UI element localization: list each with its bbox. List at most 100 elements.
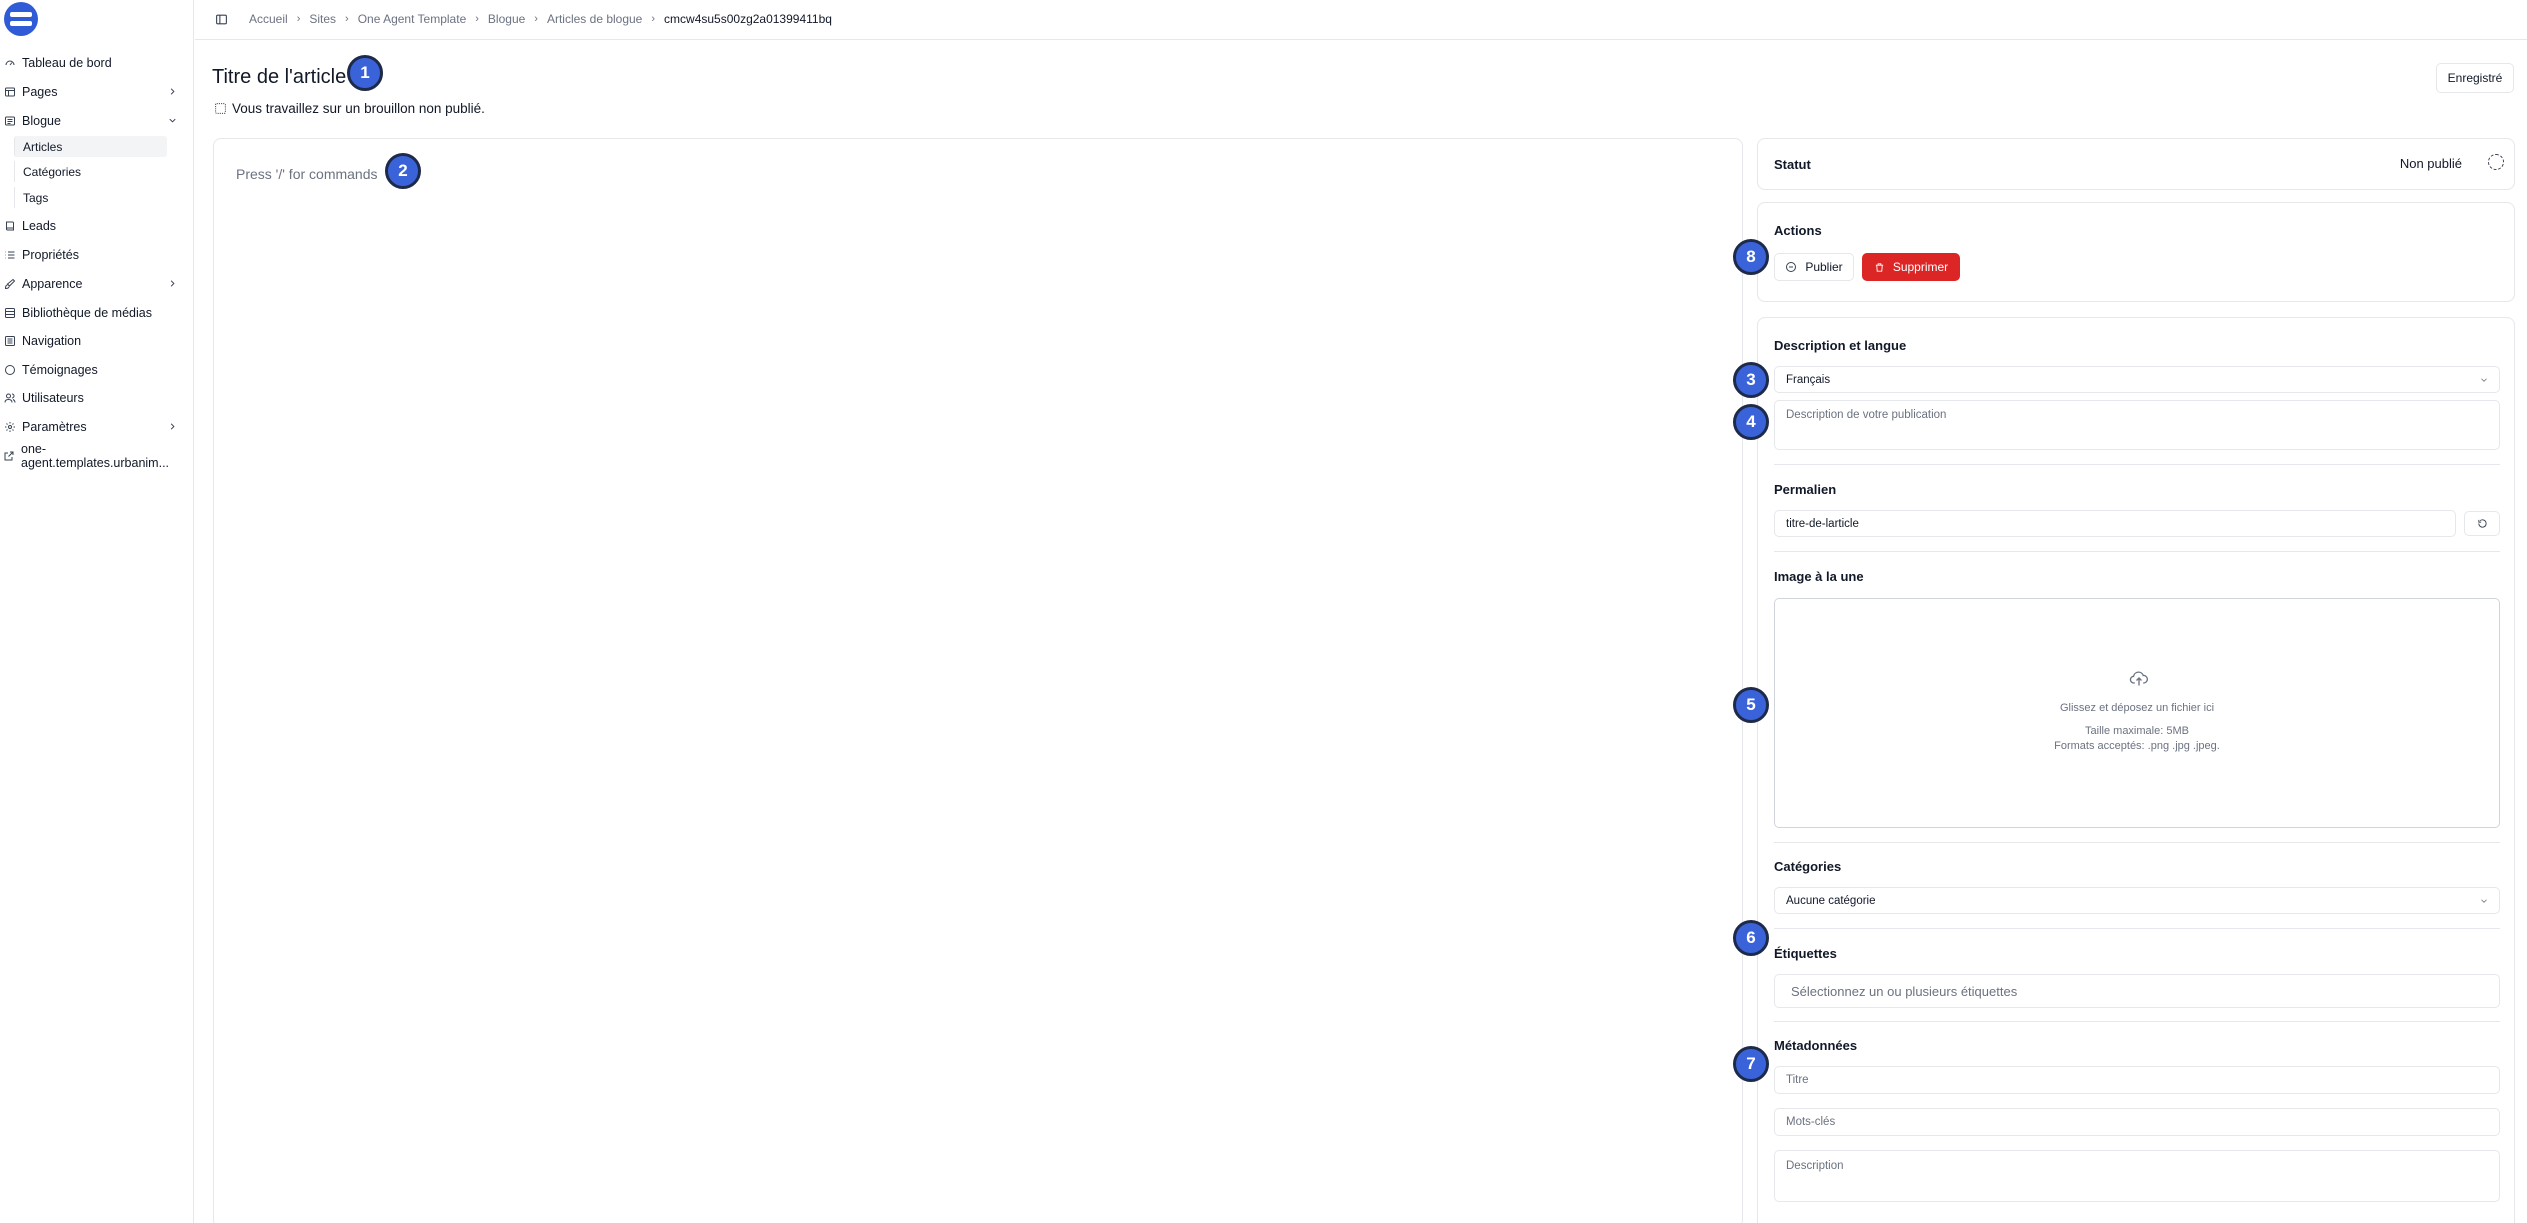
- sidebar-item-site-link[interactable]: one-agent.templates.urbanim...: [3, 442, 181, 470]
- sidebar-item-leads[interactable]: Leads: [3, 215, 181, 237]
- trash-icon: [1875, 262, 1883, 272]
- divider: [1774, 1021, 2500, 1022]
- reset-permalink-button[interactable]: [2464, 511, 2500, 536]
- chevron-right-icon: ›: [651, 13, 656, 25]
- breadcrumb-home[interactable]: Accueil: [249, 12, 288, 26]
- brand-logo[interactable]: [4, 2, 38, 36]
- chevron-right-icon: [167, 421, 179, 433]
- marker-1: 1: [347, 55, 383, 91]
- permalink-input[interactable]: titre-de-larticle: [1774, 510, 2456, 537]
- categories-select[interactable]: Aucune catégorie: [1774, 887, 2500, 914]
- sidebar-toggle-button[interactable]: [211, 9, 231, 29]
- sidebar-item-label: Blogue: [22, 114, 61, 128]
- description-language-title: Description et langue: [1774, 338, 1907, 353]
- testimonial-icon: [3, 364, 16, 377]
- brush-icon: [3, 278, 16, 291]
- navigation-icon: [3, 335, 16, 348]
- categories-title: Catégories: [1774, 859, 1842, 874]
- page-title[interactable]: Titre de l'article: [212, 66, 346, 89]
- media-icon: [3, 307, 16, 320]
- chevron-down-icon: [167, 115, 179, 127]
- sidebar-item-label: one-agent.templates.urbanim...: [21, 442, 170, 470]
- status-title: Statut: [1774, 157, 1811, 172]
- sidebar-item-pages[interactable]: Pages: [3, 81, 181, 103]
- marker-8: 8: [1733, 239, 1769, 275]
- categories-value: Aucune catégorie: [1786, 894, 1876, 907]
- sidebar-item-label: Apparence: [22, 277, 83, 291]
- meta-keywords-input[interactable]: Mots-clés: [1774, 1108, 2500, 1136]
- tags-title: Étiquettes: [1774, 946, 1837, 961]
- sidebar-item-testimonials[interactable]: Témoignages: [3, 359, 181, 381]
- chevron-right-icon: ›: [345, 13, 349, 25]
- marker-2: 2: [385, 153, 421, 189]
- description-textarea[interactable]: Description de votre publication: [1774, 400, 2500, 450]
- metadata-title: Métadonnées: [1774, 1038, 1858, 1053]
- sidebar-subitem-categories[interactable]: Catégories: [14, 161, 167, 182]
- sidebar-item-media-library[interactable]: Bibliothèque de médias: [3, 302, 181, 324]
- save-state-button[interactable]: Enregistré: [2436, 63, 2514, 93]
- sidebar: Tableau de bord Pages Blogue Articles Ca…: [0, 0, 194, 1223]
- content-editor[interactable]: Press '/' for commands: [213, 138, 1743, 1223]
- external-link-icon: [3, 450, 15, 463]
- meta-title-input[interactable]: Titre: [1774, 1066, 2500, 1094]
- chevron-right-icon: ›: [475, 13, 479, 25]
- chevron-right-icon: ›: [534, 13, 538, 25]
- divider: [1774, 842, 2500, 843]
- sidebar-item-properties[interactable]: Propriétés: [3, 244, 181, 266]
- sidebar-item-label: Propriétés: [22, 248, 79, 262]
- draft-icon: [214, 102, 227, 115]
- publish-button[interactable]: Publier: [1774, 253, 1854, 281]
- draft-note-text: Vous travaillez sur un brouillon non pub…: [232, 101, 485, 116]
- unpublished-icon: [2488, 154, 2504, 170]
- breadcrumb-current: cmcw4su5s00zg2a01399411bq: [664, 12, 832, 26]
- list-icon: [3, 249, 16, 262]
- sidebar-item-settings[interactable]: Paramètres: [3, 416, 181, 438]
- gauge-icon: [3, 57, 16, 70]
- meta-description-textarea[interactable]: Description: [1774, 1150, 2500, 1202]
- divider: [1774, 551, 2500, 552]
- image-dropzone[interactable]: Glissez et déposez un fichier ici Taille…: [1774, 598, 2500, 828]
- sidebar-item-appearance[interactable]: Apparence: [3, 273, 181, 295]
- marker-4: 4: [1733, 404, 1769, 440]
- chevron-right-icon: [167, 86, 179, 98]
- meta-title-placeholder: Titre: [1786, 1074, 1809, 1086]
- pages-icon: [3, 86, 16, 99]
- gear-icon: [3, 421, 16, 434]
- check-circle-icon: [1786, 262, 1797, 272]
- draft-note: Vous travaillez sur un brouillon non pub…: [214, 101, 485, 116]
- panel-left-icon: [215, 14, 227, 24]
- meta-description-placeholder: Description: [1786, 1160, 1844, 1172]
- marker-6: 6: [1733, 920, 1769, 956]
- cloud-upload-icon: [2129, 669, 2149, 687]
- users-icon: [3, 392, 16, 405]
- sidebar-item-blog[interactable]: Blogue: [3, 110, 181, 132]
- tags-input[interactable]: Sélectionnez un ou plusieurs étiquettes: [1774, 974, 2500, 1008]
- divider: [1774, 928, 2500, 929]
- sidebar-item-users[interactable]: Utilisateurs: [3, 387, 181, 409]
- sidebar-subitem-articles[interactable]: Articles: [14, 136, 167, 157]
- sidebar-item-label: Pages: [22, 85, 58, 99]
- breadcrumb-blog-articles[interactable]: Articles de blogue: [547, 12, 642, 26]
- delete-button[interactable]: Supprimer: [1862, 253, 1960, 281]
- dropzone-text: Glissez et déposez un fichier ici: [2059, 702, 2215, 714]
- top-header: Accueil › Sites › One Agent Template › B…: [195, 0, 2527, 40]
- status-badge: Non publié: [2399, 156, 2462, 171]
- sidebar-item-label: Leads: [22, 219, 57, 233]
- actions-card: Actions Publier Supprimer: [1757, 202, 2515, 302]
- breadcrumb-sites[interactable]: Sites: [309, 12, 336, 26]
- dropzone-formats: Formats acceptés: .png .jpg .jpeg.: [2054, 740, 2220, 752]
- sidebar-item-dashboard[interactable]: Tableau de bord: [3, 52, 181, 74]
- breadcrumb-site[interactable]: One Agent Template: [358, 12, 467, 26]
- sidebar-subitem-tags[interactable]: Tags: [14, 187, 167, 208]
- sidebar-item-navigation[interactable]: Navigation: [3, 330, 181, 352]
- delete-label: Supprimer: [1892, 260, 1949, 274]
- sidebar-item-label: Témoignages: [22, 363, 98, 377]
- breadcrumb-blog[interactable]: Blogue: [488, 12, 525, 26]
- sidebar-item-label: Paramètres: [22, 420, 87, 434]
- language-value: Français: [1786, 373, 1831, 386]
- status-card: Statut Non publié: [1757, 138, 2515, 190]
- language-select[interactable]: Français: [1774, 366, 2500, 393]
- marker-7: 7: [1733, 1046, 1769, 1082]
- featured-image-title: Image à la une: [1774, 569, 1864, 584]
- marker-5: 5: [1733, 687, 1769, 723]
